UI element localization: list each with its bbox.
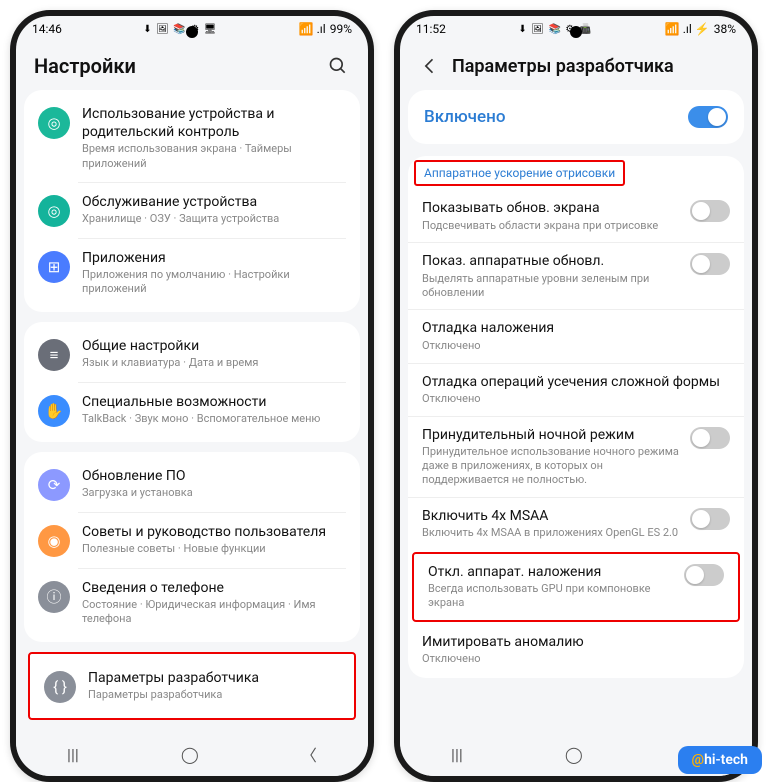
option-title: Откл. аппарат. наложения xyxy=(428,564,674,582)
row-desc: Язык и клавиатура · Дата и время xyxy=(82,356,346,370)
status-time: 11:52 xyxy=(416,22,446,36)
option-row[interactable]: Принудительный ночной режимПринудительно… xyxy=(408,416,744,497)
row-desc: Приложения по умолчанию · Настройки прил… xyxy=(82,268,346,297)
watermark: @hi-tech xyxy=(678,746,763,774)
settings-group: ⟳ Обновление ПОЗагрузка и установка ◉ Совет… xyxy=(24,452,360,642)
row-desc: Состояние · Юридическая информация · Имя… xyxy=(82,598,346,627)
page-title: Параметры разработчика xyxy=(452,56,734,77)
option-row[interactable]: Отладка наложенияОтключено xyxy=(408,309,744,362)
status-signal: 📶 .ıl ⚡ xyxy=(665,22,710,36)
status-apps: ⬇ 🖼 📚 ⚙ 🖥 xyxy=(143,24,217,35)
option-desc: Отключено xyxy=(422,392,730,406)
status-battery: 99% xyxy=(330,22,352,36)
section-header: Аппаратное ускорение отрисовки xyxy=(414,160,625,186)
option-title: Имитировать аномалию xyxy=(422,634,730,652)
option-toggle[interactable] xyxy=(690,253,730,275)
row-icon: ◉ xyxy=(38,525,70,557)
status-bar: 11:52 ⬇ 🖼 📚 ⚙ 📠 📶 .ıl ⚡ 38% xyxy=(400,16,752,38)
settings-row[interactable]: ◎ Обслуживание устройстваХранилище · ОЗУ … xyxy=(24,182,360,238)
row-icon: ⓘ xyxy=(38,581,70,613)
nav-home-icon[interactable]: ◯ xyxy=(565,745,583,764)
nav-home-icon[interactable]: ◯ xyxy=(181,745,199,764)
settings-header: Настройки xyxy=(16,38,368,90)
option-desc: Включить 4x MSAA в приложениях OpenGL ES… xyxy=(422,526,680,540)
option-desc: Выделять аппаратные уровни зеленым при о… xyxy=(422,272,680,300)
option-desc: Подсвечивать области экрана при отрисовк… xyxy=(422,219,680,233)
phone-left: 14:46 ⬇ 🖼 📚 ⚙ 🖥 📶 .ıl 99% Настройки ◎ Исп… xyxy=(10,10,374,782)
settings-row[interactable]: ✋ Специальные возможностиTalkBack · Звук … xyxy=(24,382,360,438)
settings-row[interactable]: ◎ Использование устройства и родительский… xyxy=(24,94,360,182)
settings-group: ◎ Использование устройства и родительский… xyxy=(24,90,360,312)
option-row[interactable]: Показ. аппаратные обновл.Выделять аппара… xyxy=(408,242,744,309)
option-row[interactable]: Включить 4x MSAAВключить 4x MSAA в прило… xyxy=(408,497,744,550)
settings-row[interactable]: ⟳ Обновление ПОЗагрузка и установка xyxy=(24,456,360,512)
option-desc: Принудительное использование ночного реж… xyxy=(422,445,680,486)
option-title: Показывать обнов. экрана xyxy=(422,200,680,218)
option-toggle[interactable] xyxy=(690,427,730,449)
row-title: Сведения о телефоне xyxy=(82,579,346,597)
row-title: Обслуживание устройства xyxy=(82,193,346,211)
settings-group: { } Параметры разработчикаПараметры разра… xyxy=(28,652,356,720)
settings-row[interactable]: ◉ Советы и руководство пользователяПолезн… xyxy=(24,512,360,568)
status-bar: 14:46 ⬇ 🖼 📚 ⚙ 🖥 📶 .ıl 99% xyxy=(16,16,368,38)
option-toggle[interactable] xyxy=(684,564,724,586)
row-icon: ✋ xyxy=(38,395,70,427)
search-icon[interactable] xyxy=(326,54,350,78)
back-icon[interactable] xyxy=(418,54,442,78)
option-title: Показ. аппаратные обновл. xyxy=(422,253,680,271)
page-title: Настройки xyxy=(34,54,316,78)
master-toggle[interactable] xyxy=(688,106,728,128)
settings-row[interactable]: ⊞ ПриложенияПриложения по умолчанию · Нас… xyxy=(24,238,360,308)
row-desc: Параметры разработчика xyxy=(88,688,340,702)
row-icon: ⊞ xyxy=(38,251,70,283)
option-title: Принудительный ночной режим xyxy=(422,427,680,445)
settings-row[interactable]: ≡ Общие настройкиЯзык и клавиатура · Дата… xyxy=(24,326,360,382)
row-title: Общие настройки xyxy=(82,337,346,355)
settings-row[interactable]: { } Параметры разработчикаПараметры разра… xyxy=(30,658,354,714)
row-desc: Полезные советы · Новые функции xyxy=(82,542,346,556)
row-title: Советы и руководство пользователя xyxy=(82,523,346,541)
status-battery: 38% xyxy=(714,22,736,36)
enabled-label: Включено xyxy=(424,107,505,127)
status-signal: 📶 .ıl xyxy=(299,22,326,36)
row-title: Обновление ПО xyxy=(82,467,346,485)
status-time: 14:46 xyxy=(32,22,62,36)
option-toggle[interactable] xyxy=(690,200,730,222)
row-title: Параметры разработчика xyxy=(88,669,340,687)
row-icon: ⟳ xyxy=(38,469,70,501)
master-toggle-row[interactable]: Включено xyxy=(408,90,744,144)
nav-recent-icon[interactable]: ||| xyxy=(451,745,463,764)
row-icon: ≡ xyxy=(38,339,70,371)
nav-back-icon[interactable]: 〈 xyxy=(301,742,317,766)
option-row[interactable]: Имитировать аномалиюОтключено xyxy=(408,624,744,676)
option-title: Отладка наложения xyxy=(422,320,730,338)
nav-bar: ||| ◯ 〈 xyxy=(16,732,368,776)
option-row[interactable]: Показывать обнов. экранаПодсвечивать обл… xyxy=(408,190,744,242)
row-title: Приложения xyxy=(82,249,346,267)
option-row[interactable]: Откл. аппарат. наложенияВсегда использов… xyxy=(414,554,738,620)
option-title: Отладка операций усечения сложной формы xyxy=(422,374,730,392)
options-card: Аппаратное ускорение отрисовки Показыват… xyxy=(408,156,744,678)
option-desc: Всегда использовать GPU при компоновке э… xyxy=(428,582,674,610)
settings-row[interactable]: ⓘ Сведения о телефонеСостояние · Юридичес… xyxy=(24,568,360,638)
row-title: Использование устройства и родительский … xyxy=(82,105,346,141)
row-icon: ◎ xyxy=(38,195,70,227)
option-row[interactable]: Отладка операций усечения сложной формыО… xyxy=(408,363,744,416)
dev-header: Параметры разработчика xyxy=(400,38,752,90)
row-desc: TalkBack · Звук моно · Вспомогательное м… xyxy=(82,412,346,426)
row-desc: Время использования экрана · Таймеры при… xyxy=(82,142,346,171)
phone-right: 11:52 ⬇ 🖼 📚 ⚙ 📠 📶 .ıl ⚡ 38% Параметры ра… xyxy=(394,10,758,782)
row-desc: Загрузка и установка xyxy=(82,486,346,500)
option-desc: Отключено xyxy=(422,339,730,353)
option-desc: Отключено xyxy=(422,652,730,666)
row-icon: { } xyxy=(44,671,76,703)
row-desc: Хранилище · ОЗУ · Защита устройства xyxy=(82,212,346,226)
row-title: Специальные возможности xyxy=(82,393,346,411)
nav-recent-icon[interactable]: ||| xyxy=(67,745,79,764)
option-toggle[interactable] xyxy=(690,508,730,530)
status-apps: ⬇ 🖼 📚 ⚙ 📠 xyxy=(518,24,592,35)
option-title: Включить 4x MSAA xyxy=(422,508,680,526)
settings-group: ≡ Общие настройкиЯзык и клавиатура · Дата… xyxy=(24,322,360,442)
row-icon: ◎ xyxy=(38,107,70,139)
